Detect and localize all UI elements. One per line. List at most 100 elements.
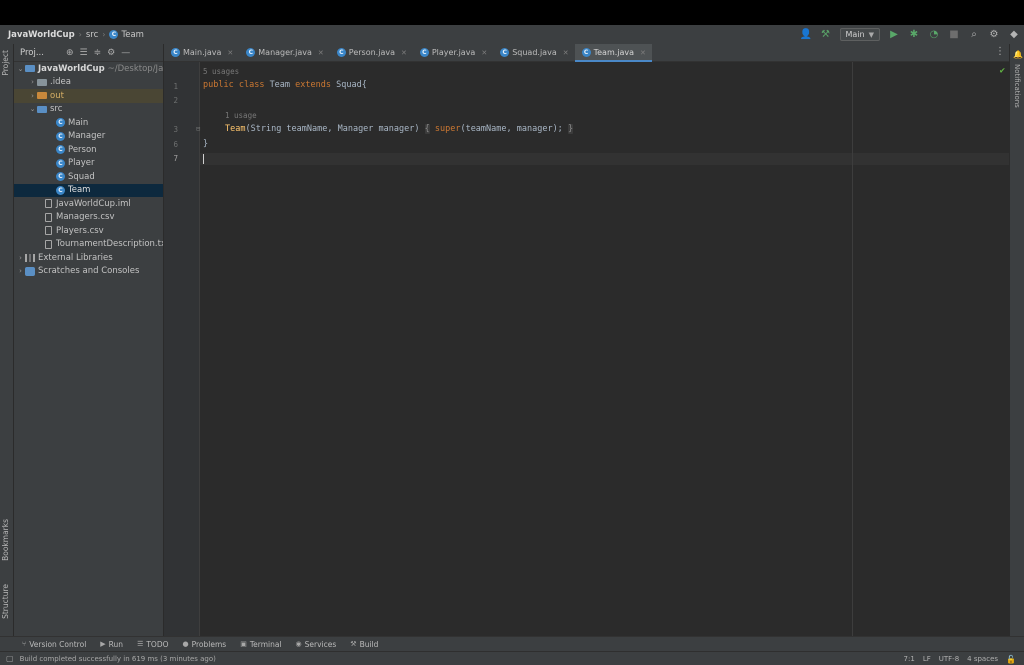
tree-item-person[interactable]: C Person [14,143,163,157]
coverage-icon[interactable]: ◔ [928,29,940,40]
current-line-highlight [200,153,1009,165]
todo-button[interactable]: ☰TODO [137,640,168,649]
editor-gutter[interactable]: 1 2 3 ⊟ 6 7 [164,62,200,636]
code-editor[interactable]: 1 2 3 ⊟ 6 7 5 usages public class Team e… [164,62,1009,636]
tree-item-external-libraries[interactable]: › External Libraries [14,251,163,265]
info-icon: ● [183,640,189,648]
close-icon[interactable]: ✕ [481,49,487,57]
bottom-tool-bar: ⑂Version Control ▶Run ☰TODO ●Problems ▣T… [0,636,1024,651]
build-hammer-icon[interactable]: ⚒ [820,29,832,40]
code-text: Squad{ [336,80,367,90]
tree-item-scratches[interactable]: › Scratches and Consoles [14,265,163,279]
tree-item-manager[interactable]: C Manager [14,130,163,144]
tree-item-players-csv[interactable]: Players.csv [14,224,163,238]
code-text: (String teamName, Manager manager) [245,124,419,134]
tab-person-java[interactable]: C Person.java ✕ [330,44,413,61]
tab-label: Main.java [183,48,221,57]
chevron-down-icon: ⌄ [16,65,25,73]
terminal-button[interactable]: ▣Terminal [240,640,281,649]
tab-main-java[interactable]: C Main.java ✕ [164,44,239,61]
bookmarks-tool-label[interactable]: Bookmarks [1,519,10,561]
tab-player-java[interactable]: C Player.java ✕ [413,44,493,61]
build-button[interactable]: ⚒Build [350,640,378,649]
tree-item-label: Squad [68,172,95,182]
tree-item-label: Managers.csv [56,212,115,222]
line-number: 6 [164,140,178,149]
user-icon[interactable]: 👤 [800,29,812,40]
folded-brace[interactable]: { [425,124,430,134]
tree-item-root[interactable]: ⌄ JavaWorldCup ~/Desktop/Ja [14,62,163,76]
tree-item-player[interactable]: C Player [14,157,163,171]
chevron-right-icon: › [16,267,25,275]
close-icon[interactable]: ✕ [227,49,233,57]
gear-icon[interactable]: ⚙ [107,48,115,58]
locate-icon[interactable]: ⊕ [66,48,74,58]
tree-item-team[interactable]: C Team [14,184,163,198]
status-message[interactable]: Build completed successfully in 619 ms (… [20,655,216,663]
project-panel-title[interactable]: Proj... [20,48,44,58]
problems-button[interactable]: ●Problems [183,640,227,649]
tree-item-out[interactable]: › out [14,89,163,103]
ide-logo-icon[interactable]: ◆ [1008,29,1020,40]
tree-item-label: Scratches and Consoles [38,266,139,276]
tree-item-src[interactable]: ⌄ src [14,103,163,117]
caret-position[interactable]: 7:1 [904,655,915,663]
close-icon[interactable]: ✕ [318,49,324,57]
class-icon: C [56,118,65,127]
tool-windows-toggle-icon[interactable]: ▢ [6,654,14,663]
lock-icon[interactable]: 🔓 [1006,655,1016,664]
tree-item-iml[interactable]: JavaWorldCup.iml [14,197,163,211]
fold-icon[interactable]: ⊟ [196,125,200,133]
run-configuration-select[interactable]: Main ▼ [840,28,881,41]
usages-hint-constructor[interactable]: 1 usage [225,111,257,120]
breadcrumb-file[interactable]: C Team [109,30,143,40]
tab-manager-java[interactable]: C Manager.java ✕ [239,44,330,61]
tree-item-managers-csv[interactable]: Managers.csv [14,211,163,225]
class-icon: C [246,48,255,57]
chevron-right-icon: › [28,78,37,86]
tab-label: Person.java [349,48,395,57]
notification-bell-icon[interactable]: 🔔 [1013,50,1023,59]
gear-icon[interactable]: ⚙ [988,29,1000,40]
structure-tool-label[interactable]: Structure [1,584,10,619]
line-separator[interactable]: LF [923,655,931,663]
status-bar: ▢ Build completed successfully in 619 ms… [0,651,1024,665]
services-button[interactable]: ◉Services [296,640,337,649]
tree-item-label: JavaWorldCup.iml [56,199,131,209]
todo-label: TODO [146,640,168,649]
collapse-all-icon[interactable]: ≑ [94,48,102,58]
run-config-label: Main [846,30,865,39]
run-tool-button[interactable]: ▶Run [100,640,123,649]
hide-icon[interactable]: — [121,48,130,58]
expand-all-icon[interactable]: ☰ [80,48,88,58]
project-tool-label[interactable]: Project [1,50,10,76]
code-line-1: public class Team extends Squad{ [203,80,367,90]
window-top-bar [0,0,1024,25]
breadcrumb-project[interactable]: JavaWorldCup [8,30,75,40]
tab-team-java[interactable]: C Team.java ✕ [575,44,652,61]
breadcrumb-folder[interactable]: src [86,30,98,40]
tree-item-squad[interactable]: C Squad [14,170,163,184]
tree-item-main[interactable]: C Main [14,116,163,130]
search-icon[interactable]: ⌕ [968,29,980,40]
file-encoding[interactable]: UTF-8 [939,655,959,663]
indent-setting[interactable]: 4 spaces [967,655,998,663]
debug-icon[interactable]: ✱ [908,29,920,40]
close-icon[interactable]: ✕ [401,49,407,57]
tree-item-idea[interactable]: › .idea [14,76,163,90]
tree-item-tournament-txt[interactable]: TournamentDescription.txt [14,238,163,252]
close-icon[interactable]: ✕ [640,49,646,57]
tab-squad-java[interactable]: C Squad.java ✕ [493,44,574,61]
close-icon[interactable]: ✕ [563,49,569,57]
folded-brace[interactable]: } [568,124,573,134]
run-icon[interactable]: ▶ [888,29,900,40]
chevron-down-icon: ▼ [869,31,874,39]
services-label: Services [305,640,337,649]
usages-hint-class[interactable]: 5 usages [203,67,239,76]
inspection-ok-icon[interactable]: ✔ [1000,66,1005,76]
notifications-tool-label[interactable]: Notifications [1013,64,1021,108]
stop-icon[interactable]: ■ [948,29,960,40]
class-icon: C [56,186,65,195]
version-control-button[interactable]: ⑂Version Control [22,640,86,649]
more-options-icon[interactable]: ⋮ [995,46,1005,57]
